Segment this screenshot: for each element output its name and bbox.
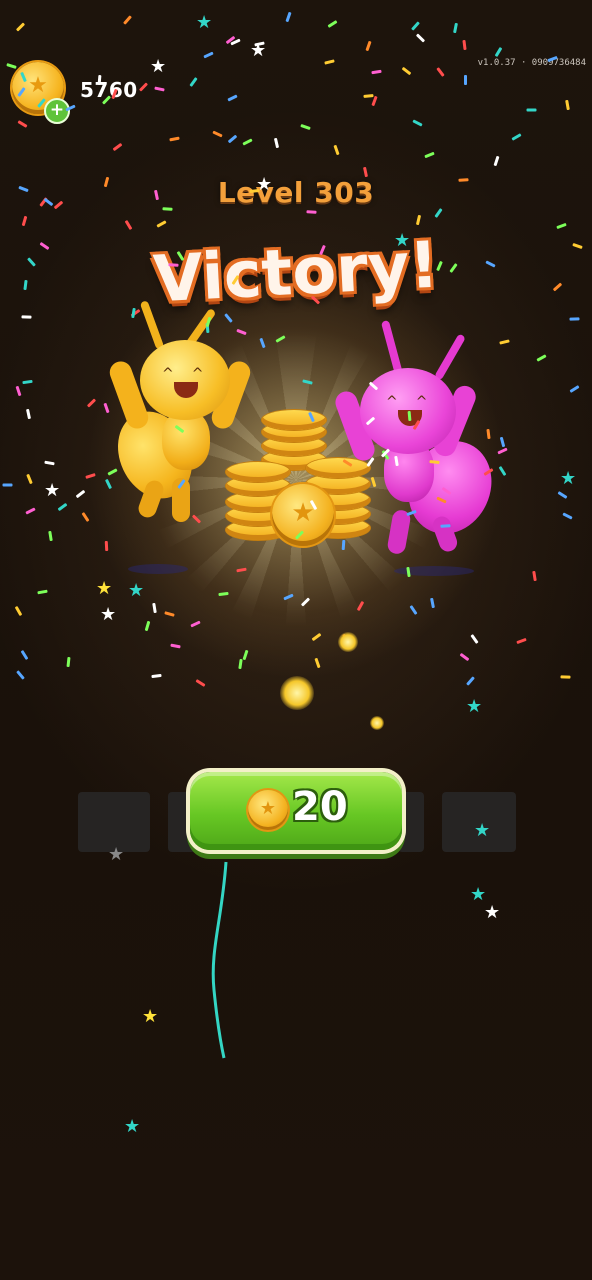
confetti-piece bbox=[168, 262, 179, 267]
reward-amount: 20 bbox=[292, 784, 348, 830]
star-icon: ★ bbox=[250, 40, 267, 61]
version-label: v1.0.37 · 0909736484 bbox=[477, 58, 586, 68]
star-icon: ★ bbox=[108, 844, 125, 865]
claim-reward-button[interactable]: 20 bbox=[190, 772, 402, 850]
star-icon: ★ bbox=[96, 578, 113, 599]
star-icon: ★ bbox=[128, 580, 145, 601]
star-icon: ★ bbox=[256, 174, 273, 195]
coin-icon bbox=[248, 790, 288, 830]
confetti-piece bbox=[526, 108, 537, 112]
yellow-ant-shadow bbox=[128, 564, 188, 574]
confetti-piece bbox=[560, 675, 571, 679]
confetti-streak bbox=[211, 861, 228, 1059]
confetti-piece bbox=[407, 411, 412, 422]
confetti-piece bbox=[2, 483, 13, 487]
star-icon: ★ bbox=[100, 604, 117, 625]
star-icon: ★ bbox=[466, 696, 483, 717]
star-icon: ★ bbox=[470, 884, 487, 905]
star-icon: ★ bbox=[142, 1006, 159, 1027]
star-icon: ★ bbox=[394, 230, 411, 251]
star-icon: ★ bbox=[150, 56, 167, 77]
star-icon: ★ bbox=[196, 12, 213, 33]
star-icon: ★ bbox=[44, 480, 61, 501]
star-icon: ★ bbox=[560, 468, 577, 489]
star-icon: ★ bbox=[124, 1116, 141, 1137]
confetti-piece bbox=[462, 39, 467, 51]
sparkle bbox=[370, 716, 384, 730]
sparkle bbox=[338, 632, 358, 652]
big-coin-icon bbox=[272, 484, 334, 546]
confetti-piece bbox=[458, 177, 469, 182]
confetti-piece bbox=[363, 93, 374, 98]
coin-pile bbox=[222, 410, 372, 550]
reward-slot bbox=[78, 792, 150, 852]
level-label: Level 303 bbox=[217, 176, 375, 209]
confetti-piece bbox=[97, 74, 101, 86]
sparkle bbox=[280, 676, 314, 710]
star-icon: ★ bbox=[474, 820, 491, 841]
confetti-piece bbox=[464, 75, 468, 85]
confetti-piece bbox=[569, 317, 580, 321]
star-icon: ★ bbox=[484, 902, 501, 923]
